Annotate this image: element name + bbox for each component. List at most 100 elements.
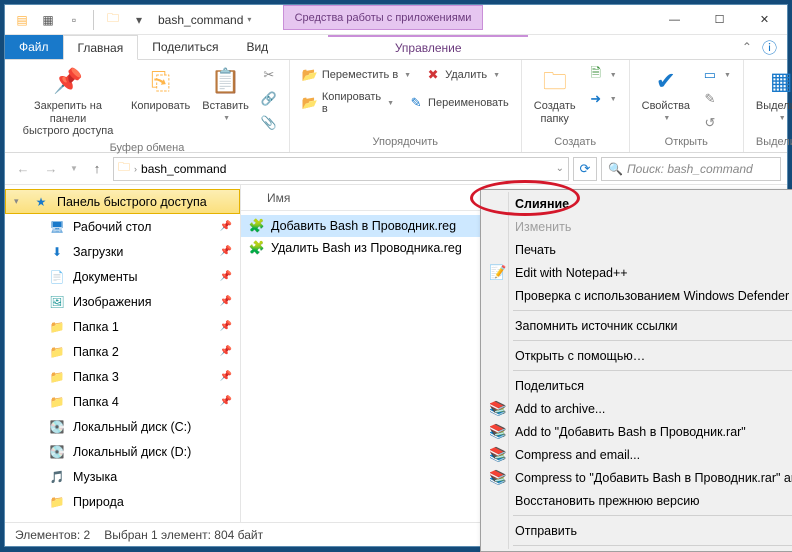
nav-item[interactable]: 🖼Изображения📌	[5, 289, 240, 314]
nav-item-icon: 📁	[49, 394, 65, 410]
tab-file[interactable]: Файл	[5, 35, 63, 59]
close-button[interactable]: ✕	[742, 5, 787, 34]
expand-icon[interactable]: ▾	[14, 196, 19, 207]
nav-item[interactable]: 🎵Музыка	[5, 464, 240, 489]
context-menu: СлияниеИзменитьПечать📝Edit with Notepad+…	[480, 189, 792, 552]
history-button[interactable]: ↺	[698, 112, 735, 134]
open-button[interactable]: ▭▼	[698, 64, 735, 86]
nav-item[interactable]: 📁 Папка 4 📌	[5, 389, 240, 414]
ctx-item-label: Печать	[515, 243, 556, 257]
titlebar: ▤ ▦ ▫ 🗀 ▾ bash_command ▾ Средства работы…	[5, 5, 787, 35]
easy-access-button[interactable]: ➜▼	[584, 88, 621, 110]
ctx-item-label: Открыть с помощью…	[515, 349, 645, 363]
copypath-icon: 🔗	[261, 91, 277, 107]
tab-home[interactable]: Главная	[63, 35, 139, 60]
move-to-button[interactable]: 📂Переместить в▼	[298, 64, 415, 86]
ctx-item[interactable]: Восстановить прежнюю версию	[483, 489, 792, 512]
nav-item[interactable]: 💽Локальный диск (C:)	[5, 414, 240, 439]
copypath-button[interactable]: 🔗	[257, 88, 281, 110]
ctx-item[interactable]: 📚Compress and email...	[483, 443, 792, 466]
nav-item-label: Папка 1	[73, 320, 119, 334]
nav-item-icon: 📁	[49, 494, 65, 510]
refresh-button[interactable]: ⟳	[573, 157, 597, 181]
recent-dropdown[interactable]: ▼	[67, 157, 81, 181]
nav-item[interactable]: 📄Документы📌	[5, 264, 240, 289]
copy-to-button[interactable]: 📂Копировать в▼	[298, 92, 398, 114]
ctx-item-icon: 📝	[489, 264, 507, 282]
ctx-item[interactable]: Отправить▶	[483, 519, 792, 542]
ctx-item-label: Запомнить источник ссылки	[515, 319, 677, 333]
delete-button[interactable]: ✖Удалить▼	[421, 64, 504, 86]
ctx-item[interactable]: Печать	[483, 238, 792, 261]
addr-dd-icon[interactable]: ⌄	[556, 163, 564, 174]
ctx-item[interactable]: Проверка с использованием Windows Defend…	[483, 284, 792, 307]
qat-props-icon[interactable]: ▦	[37, 9, 59, 31]
qat-sep	[93, 10, 94, 30]
nav-item[interactable]: 📁Папка 1📌	[5, 314, 240, 339]
pin-quickaccess-button[interactable]: 📌 Закрепить на панели быстрого доступа	[13, 64, 123, 140]
new-folder-button[interactable]: 🗀 Создать папку	[530, 64, 580, 127]
properties-icon: ✔	[650, 66, 682, 98]
minimize-button[interactable]: —	[652, 5, 697, 34]
qat-newfolder-icon[interactable]: ▫	[63, 9, 85, 31]
edit-icon: ✎	[702, 91, 718, 107]
nav-quick-access[interactable]: ▾ ★ Панель быстрого доступа	[5, 189, 240, 214]
help-icon[interactable]: ⓘ	[762, 37, 777, 58]
nav-item-label: Папка 4	[73, 395, 119, 409]
nav-item-icon: 🖥	[49, 219, 65, 235]
ctx-item-icon: 📚	[489, 423, 507, 441]
new-folder-label: Создать папку	[534, 100, 576, 125]
copy-button[interactable]: ⎘ Копировать	[127, 64, 194, 115]
app-icon[interactable]: ▤	[11, 9, 33, 31]
title-drop-icon[interactable]: ▾	[247, 15, 251, 24]
select-all-button[interactable]: ▦ Выделить ▼	[752, 64, 792, 125]
rename-button[interactable]: ✎Переименовать	[404, 92, 513, 114]
ctx-item[interactable]: Запомнить источник ссылки	[483, 314, 792, 337]
tab-manage[interactable]: Управление	[328, 35, 528, 59]
search-input[interactable]: 🔍 Поиск: bash_command	[601, 157, 781, 181]
ctx-item-label: Add to archive...	[515, 402, 605, 416]
paste-shortcut-button[interactable]: 📎	[257, 112, 281, 134]
edit-button[interactable]: ✎	[698, 88, 735, 110]
forward-button[interactable]: →	[39, 157, 63, 181]
cut-button[interactable]: ✂	[257, 64, 281, 86]
pin-icon: 📌	[220, 396, 232, 407]
ctx-item[interactable]: 📝Edit with Notepad++	[483, 261, 792, 284]
ctx-item[interactable]: Поделиться	[483, 374, 792, 397]
cut-icon: ✂	[261, 67, 277, 83]
collapse-ribbon-icon[interactable]: ⌃	[742, 40, 752, 54]
properties-button[interactable]: ✔ Свойства ▼	[638, 64, 694, 125]
nav-item-label: Природа	[73, 495, 124, 509]
addr-folder-name: bash_command	[141, 162, 226, 176]
qat-folder-icon[interactable]: 🗀	[102, 9, 124, 31]
tab-share[interactable]: Поделиться	[138, 35, 232, 59]
back-button[interactable]: ←	[11, 157, 35, 181]
pin-icon: 📌	[52, 66, 84, 98]
nav-item-label: Музыка	[73, 470, 117, 484]
ctx-item[interactable]: 📚Compress to "Добавить Bash в Проводник.…	[483, 466, 792, 489]
tab-view[interactable]: Вид	[232, 35, 282, 59]
address-bar[interactable]: 🗀 › bash_command ⌄	[113, 157, 569, 181]
nav-item[interactable]: 📁Папка 3📌	[5, 364, 240, 389]
nav-item[interactable]: 🖥Рабочий стол📌	[5, 214, 240, 239]
ctx-separator	[513, 310, 792, 311]
ctx-item-icon: 📚	[489, 469, 507, 487]
copy-label: Копировать	[131, 100, 190, 113]
nav-item[interactable]: 📁Папка 2📌	[5, 339, 240, 364]
up-button[interactable]: ↑	[85, 157, 109, 181]
ctx-item[interactable]: 📚Add to archive...	[483, 397, 792, 420]
nav-item[interactable]: 💽Локальный диск (D:)	[5, 439, 240, 464]
ctx-item[interactable]: 📚Add to "Добавить Bash в Проводник.rar"	[483, 420, 792, 443]
ribbon: 📌 Закрепить на панели быстрого доступа ⎘…	[5, 60, 787, 153]
file-name: Удалить Bash из Проводника.reg	[271, 241, 462, 255]
maximize-button[interactable]: ☐	[697, 5, 742, 34]
qat-dropdown-icon[interactable]: ▾	[128, 9, 150, 31]
new-item-button[interactable]: 🗎▼	[584, 64, 621, 86]
nav-item[interactable]: ⬇Загрузки📌	[5, 239, 240, 264]
ctx-item[interactable]: Слияние	[483, 192, 792, 215]
paste-button[interactable]: 📋 Вставить ▼	[198, 64, 253, 125]
nav-item-icon: 📄	[49, 269, 65, 285]
nav-item-icon: 📁	[49, 369, 65, 385]
ctx-item[interactable]: Открыть с помощью…▶	[483, 344, 792, 367]
nav-item[interactable]: 📁 Природа	[5, 489, 240, 514]
